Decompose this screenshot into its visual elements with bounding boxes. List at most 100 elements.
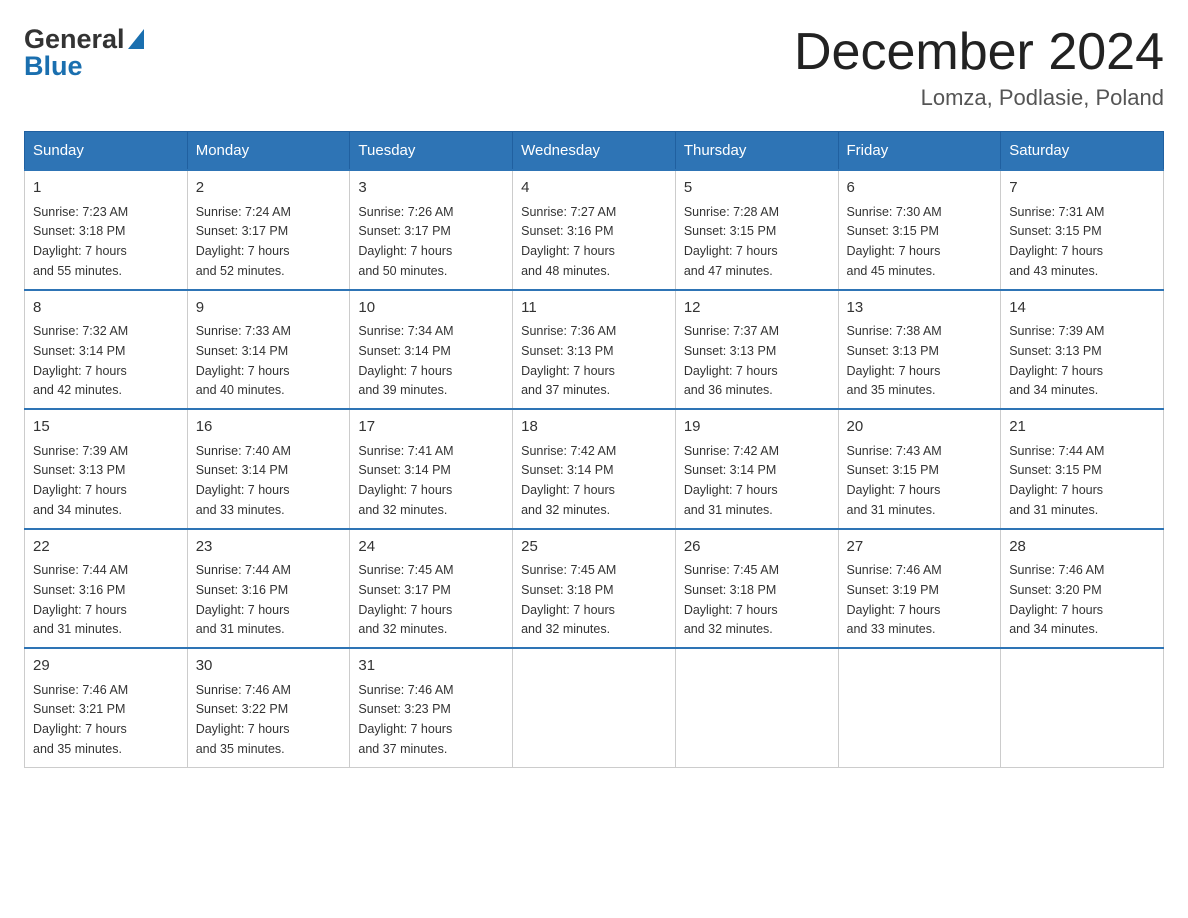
- day-number: 28: [1009, 536, 1155, 559]
- header-monday: Monday: [187, 132, 350, 171]
- day-info: Sunrise: 7:42 AMSunset: 3:14 PMDaylight:…: [684, 444, 779, 517]
- calendar-cell: 9 Sunrise: 7:33 AMSunset: 3:14 PMDayligh…: [187, 290, 350, 410]
- day-info: Sunrise: 7:44 AMSunset: 3:15 PMDaylight:…: [1009, 444, 1104, 517]
- calendar-cell: 28 Sunrise: 7:46 AMSunset: 3:20 PMDaylig…: [1001, 529, 1164, 649]
- day-number: 3: [358, 177, 504, 200]
- calendar-cell: 3 Sunrise: 7:26 AMSunset: 3:17 PMDayligh…: [350, 170, 513, 290]
- day-number: 7: [1009, 177, 1155, 200]
- calendar-cell: 15 Sunrise: 7:39 AMSunset: 3:13 PMDaylig…: [25, 409, 188, 529]
- header-wednesday: Wednesday: [513, 132, 676, 171]
- day-info: Sunrise: 7:34 AMSunset: 3:14 PMDaylight:…: [358, 324, 453, 397]
- calendar-cell: 20 Sunrise: 7:43 AMSunset: 3:15 PMDaylig…: [838, 409, 1001, 529]
- weekday-header-row: Sunday Monday Tuesday Wednesday Thursday…: [25, 132, 1164, 171]
- calendar-cell: [838, 648, 1001, 767]
- day-number: 21: [1009, 416, 1155, 439]
- calendar-cell: 12 Sunrise: 7:37 AMSunset: 3:13 PMDaylig…: [675, 290, 838, 410]
- day-number: 9: [196, 297, 342, 320]
- day-info: Sunrise: 7:45 AMSunset: 3:18 PMDaylight:…: [684, 563, 779, 636]
- day-info: Sunrise: 7:45 AMSunset: 3:17 PMDaylight:…: [358, 563, 453, 636]
- calendar-week-3: 15 Sunrise: 7:39 AMSunset: 3:13 PMDaylig…: [25, 409, 1164, 529]
- calendar-cell: 29 Sunrise: 7:46 AMSunset: 3:21 PMDaylig…: [25, 648, 188, 767]
- calendar-cell: 26 Sunrise: 7:45 AMSunset: 3:18 PMDaylig…: [675, 529, 838, 649]
- day-number: 11: [521, 297, 667, 320]
- calendar-week-1: 1 Sunrise: 7:23 AMSunset: 3:18 PMDayligh…: [25, 170, 1164, 290]
- calendar-cell: 4 Sunrise: 7:27 AMSunset: 3:16 PMDayligh…: [513, 170, 676, 290]
- calendar-cell: 1 Sunrise: 7:23 AMSunset: 3:18 PMDayligh…: [25, 170, 188, 290]
- day-info: Sunrise: 7:38 AMSunset: 3:13 PMDaylight:…: [847, 324, 942, 397]
- header-saturday: Saturday: [1001, 132, 1164, 171]
- day-number: 17: [358, 416, 504, 439]
- day-info: Sunrise: 7:46 AMSunset: 3:20 PMDaylight:…: [1009, 563, 1104, 636]
- calendar-week-5: 29 Sunrise: 7:46 AMSunset: 3:21 PMDaylig…: [25, 648, 1164, 767]
- calendar-cell: 31 Sunrise: 7:46 AMSunset: 3:23 PMDaylig…: [350, 648, 513, 767]
- day-number: 19: [684, 416, 830, 439]
- day-info: Sunrise: 7:33 AMSunset: 3:14 PMDaylight:…: [196, 324, 291, 397]
- calendar-cell: 10 Sunrise: 7:34 AMSunset: 3:14 PMDaylig…: [350, 290, 513, 410]
- day-info: Sunrise: 7:44 AMSunset: 3:16 PMDaylight:…: [33, 563, 128, 636]
- day-number: 27: [847, 536, 993, 559]
- day-number: 4: [521, 177, 667, 200]
- day-info: Sunrise: 7:28 AMSunset: 3:15 PMDaylight:…: [684, 205, 779, 278]
- page-header: General Blue December 2024 Lomza, Podlas…: [24, 24, 1164, 111]
- day-info: Sunrise: 7:40 AMSunset: 3:14 PMDaylight:…: [196, 444, 291, 517]
- day-info: Sunrise: 7:23 AMSunset: 3:18 PMDaylight:…: [33, 205, 128, 278]
- calendar-cell: 21 Sunrise: 7:44 AMSunset: 3:15 PMDaylig…: [1001, 409, 1164, 529]
- day-info: Sunrise: 7:26 AMSunset: 3:17 PMDaylight:…: [358, 205, 453, 278]
- day-info: Sunrise: 7:39 AMSunset: 3:13 PMDaylight:…: [1009, 324, 1104, 397]
- day-info: Sunrise: 7:30 AMSunset: 3:15 PMDaylight:…: [847, 205, 942, 278]
- day-number: 12: [684, 297, 830, 320]
- day-info: Sunrise: 7:42 AMSunset: 3:14 PMDaylight:…: [521, 444, 616, 517]
- day-info: Sunrise: 7:43 AMSunset: 3:15 PMDaylight:…: [847, 444, 942, 517]
- day-number: 30: [196, 655, 342, 678]
- day-number: 10: [358, 297, 504, 320]
- day-number: 6: [847, 177, 993, 200]
- calendar-cell: 6 Sunrise: 7:30 AMSunset: 3:15 PMDayligh…: [838, 170, 1001, 290]
- calendar-cell: [513, 648, 676, 767]
- day-info: Sunrise: 7:46 AMSunset: 3:19 PMDaylight:…: [847, 563, 942, 636]
- logo: General Blue: [24, 24, 144, 82]
- day-number: 26: [684, 536, 830, 559]
- calendar-cell: 5 Sunrise: 7:28 AMSunset: 3:15 PMDayligh…: [675, 170, 838, 290]
- calendar-cell: 17 Sunrise: 7:41 AMSunset: 3:14 PMDaylig…: [350, 409, 513, 529]
- day-number: 1: [33, 177, 179, 200]
- day-info: Sunrise: 7:46 AMSunset: 3:23 PMDaylight:…: [358, 683, 453, 756]
- day-number: 5: [684, 177, 830, 200]
- calendar-cell: 18 Sunrise: 7:42 AMSunset: 3:14 PMDaylig…: [513, 409, 676, 529]
- header-friday: Friday: [838, 132, 1001, 171]
- day-number: 14: [1009, 297, 1155, 320]
- calendar-cell: 19 Sunrise: 7:42 AMSunset: 3:14 PMDaylig…: [675, 409, 838, 529]
- header-thursday: Thursday: [675, 132, 838, 171]
- calendar-cell: 24 Sunrise: 7:45 AMSunset: 3:17 PMDaylig…: [350, 529, 513, 649]
- day-number: 25: [521, 536, 667, 559]
- calendar-cell: 23 Sunrise: 7:44 AMSunset: 3:16 PMDaylig…: [187, 529, 350, 649]
- day-number: 18: [521, 416, 667, 439]
- month-title: December 2024: [794, 24, 1164, 81]
- title-section: December 2024 Lomza, Podlasie, Poland: [794, 24, 1164, 111]
- logo-blue-text: Blue: [24, 51, 83, 82]
- day-info: Sunrise: 7:41 AMSunset: 3:14 PMDaylight:…: [358, 444, 453, 517]
- calendar-cell: 30 Sunrise: 7:46 AMSunset: 3:22 PMDaylig…: [187, 648, 350, 767]
- location-title: Lomza, Podlasie, Poland: [794, 85, 1164, 111]
- calendar-cell: [1001, 648, 1164, 767]
- day-number: 31: [358, 655, 504, 678]
- calendar-cell: 22 Sunrise: 7:44 AMSunset: 3:16 PMDaylig…: [25, 529, 188, 649]
- calendar-cell: 25 Sunrise: 7:45 AMSunset: 3:18 PMDaylig…: [513, 529, 676, 649]
- day-number: 29: [33, 655, 179, 678]
- day-info: Sunrise: 7:27 AMSunset: 3:16 PMDaylight:…: [521, 205, 616, 278]
- logo-arrow-icon: [128, 29, 144, 49]
- header-tuesday: Tuesday: [350, 132, 513, 171]
- day-number: 15: [33, 416, 179, 439]
- day-number: 2: [196, 177, 342, 200]
- day-number: 24: [358, 536, 504, 559]
- day-info: Sunrise: 7:31 AMSunset: 3:15 PMDaylight:…: [1009, 205, 1104, 278]
- calendar-cell: 16 Sunrise: 7:40 AMSunset: 3:14 PMDaylig…: [187, 409, 350, 529]
- day-info: Sunrise: 7:46 AMSunset: 3:21 PMDaylight:…: [33, 683, 128, 756]
- calendar-cell: 2 Sunrise: 7:24 AMSunset: 3:17 PMDayligh…: [187, 170, 350, 290]
- calendar-week-4: 22 Sunrise: 7:44 AMSunset: 3:16 PMDaylig…: [25, 529, 1164, 649]
- calendar-cell: 27 Sunrise: 7:46 AMSunset: 3:19 PMDaylig…: [838, 529, 1001, 649]
- day-info: Sunrise: 7:46 AMSunset: 3:22 PMDaylight:…: [196, 683, 291, 756]
- day-info: Sunrise: 7:45 AMSunset: 3:18 PMDaylight:…: [521, 563, 616, 636]
- calendar-table: Sunday Monday Tuesday Wednesday Thursday…: [24, 131, 1164, 768]
- day-number: 20: [847, 416, 993, 439]
- day-info: Sunrise: 7:36 AMSunset: 3:13 PMDaylight:…: [521, 324, 616, 397]
